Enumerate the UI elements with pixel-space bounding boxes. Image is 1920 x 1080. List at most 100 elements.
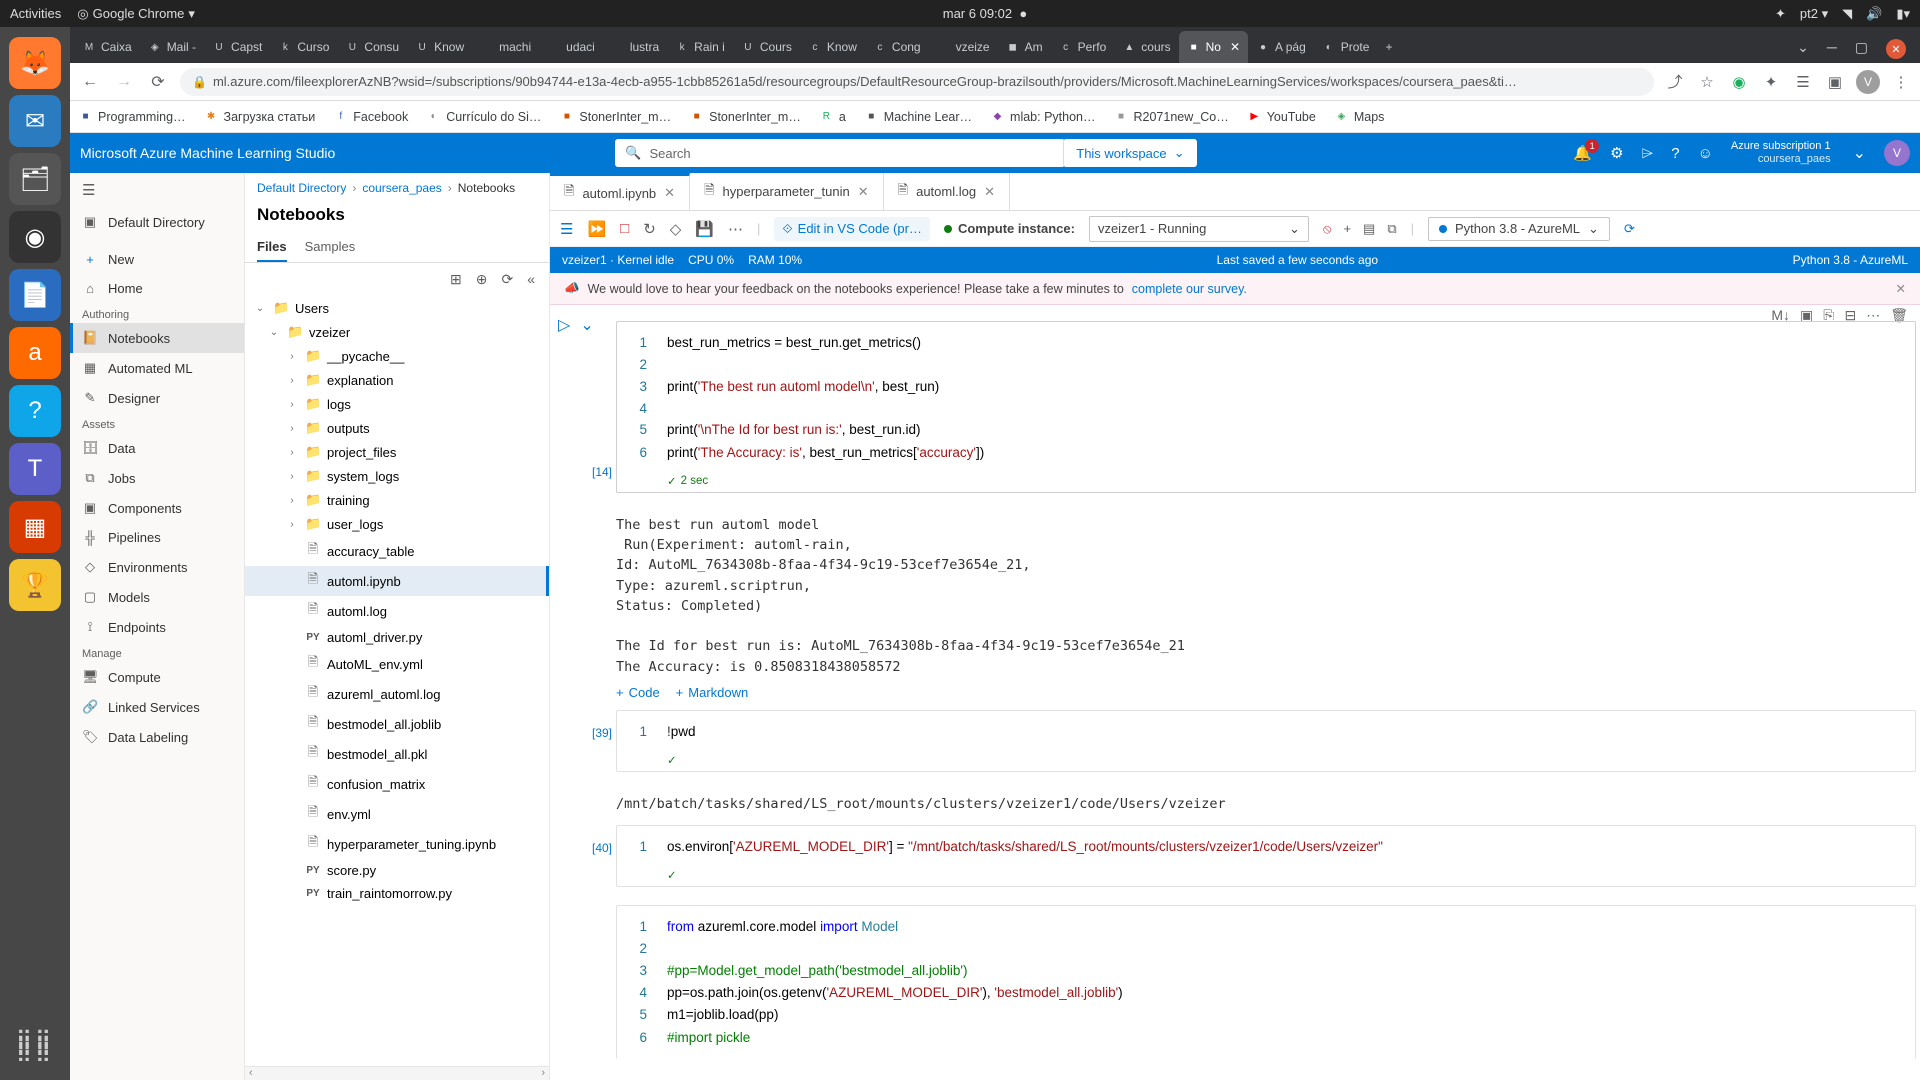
code-editor[interactable]: 1from azureml.core.model import Model 2 … bbox=[617, 906, 1915, 1059]
tree-item[interactable]: 🗎automl.log bbox=[245, 596, 549, 626]
nav-pipelines[interactable]: ╬Pipelines bbox=[70, 523, 244, 552]
notifications-icon[interactable]: 🔔1 bbox=[1573, 144, 1592, 162]
tree-item[interactable]: 🗎automl.ipynb bbox=[245, 566, 549, 596]
extension-icon[interactable]: ◉ bbox=[1728, 73, 1750, 91]
terminal-icon[interactable]: ▤ bbox=[1363, 221, 1375, 237]
back-button[interactable]: ← bbox=[78, 73, 102, 91]
tree-item[interactable]: 🗎accuracy_table bbox=[245, 536, 549, 566]
dock-thunderbird[interactable]: ✉ bbox=[9, 95, 61, 147]
editor-tab[interactable]: 🗎automl.log✕ bbox=[884, 173, 1010, 210]
bookmark-item[interactable]: ✱Загрузка статьи bbox=[204, 109, 316, 124]
bookmark-item[interactable]: ■R2071new_Co… bbox=[1114, 109, 1229, 124]
tree-item[interactable]: ⌄📁Users bbox=[245, 296, 549, 320]
nav-designer[interactable]: ✎Designer bbox=[70, 383, 244, 413]
bookmark-star[interactable]: ☆ bbox=[1696, 73, 1718, 91]
volume-icon[interactable]: 🔊 bbox=[1866, 6, 1882, 22]
breadcrumb-item[interactable]: Default Directory bbox=[257, 181, 346, 195]
close-tab-icon[interactable]: ✕ bbox=[1230, 40, 1240, 54]
add-markdown-cell[interactable]: + Markdown bbox=[676, 685, 749, 700]
dock-help[interactable]: ? bbox=[9, 385, 61, 437]
add-code-cell[interactable]: + Code bbox=[616, 685, 660, 700]
nav-labeling[interactable]: 🏷Data Labeling bbox=[70, 722, 244, 752]
browser-tab[interactable]: ▲cours bbox=[1114, 31, 1178, 63]
lang-indicator[interactable]: pt2 ▾ bbox=[1800, 6, 1828, 22]
banner-link[interactable]: complete our survey. bbox=[1132, 282, 1247, 296]
dock-rhythmbox[interactable]: ◉ bbox=[9, 211, 61, 263]
banner-close[interactable]: ✕ bbox=[1896, 281, 1906, 296]
browser-tab[interactable]: cKnow bbox=[800, 31, 865, 63]
tree-item[interactable]: 🗎hyperparameter_tuning.ipynb bbox=[245, 829, 549, 859]
dock-trophy[interactable]: 🏆 bbox=[9, 559, 61, 611]
tree-item[interactable]: 🗎confusion_matrix bbox=[245, 769, 549, 799]
bookmark-item[interactable]: fFacebook bbox=[333, 109, 408, 124]
global-search[interactable]: 🔍 Search bbox=[615, 139, 1065, 167]
browser-tab[interactable]: kRain i bbox=[667, 31, 733, 63]
refresh-icon[interactable]: ⟳ bbox=[501, 271, 513, 288]
dock-files[interactable]: 🗂 bbox=[9, 153, 61, 205]
browser-tab[interactable]: MCaixa bbox=[74, 31, 140, 63]
subscription-chevron[interactable]: ⌄ bbox=[1853, 143, 1866, 163]
diagnostics-icon[interactable]: ⌲ bbox=[1642, 145, 1654, 162]
close-window-icon[interactable]: ✕ bbox=[1886, 39, 1906, 59]
browser-tab[interactable]: cCong bbox=[865, 31, 929, 63]
add-file-icon[interactable]: ⊞ bbox=[450, 271, 462, 288]
close-tab-icon[interactable]: ✕ bbox=[664, 185, 675, 201]
chevron-icon[interactable]: › bbox=[285, 375, 299, 386]
activities-button[interactable]: Activities bbox=[10, 6, 61, 22]
user-avatar[interactable]: V bbox=[1884, 140, 1910, 166]
nav-models[interactable]: ▢Models bbox=[70, 582, 244, 612]
nav-endpoints[interactable]: ⟟Endpoints bbox=[70, 612, 244, 642]
dock-teams[interactable]: T bbox=[9, 443, 61, 495]
dock-apps-grid[interactable]: ⠿⠿⠿⠿⠿⠿ bbox=[16, 1036, 54, 1060]
scroll-hint[interactable]: ‹› bbox=[245, 1066, 549, 1080]
edit-vscode-button[interactable]: ⟐Edit in VS Code (pr… bbox=[774, 217, 930, 241]
breadcrumb-item[interactable]: coursera_paes bbox=[362, 181, 441, 195]
browser-tab[interactable]: UConsu bbox=[337, 31, 407, 63]
tree-item[interactable]: ⌄📁vzeizer bbox=[245, 320, 549, 344]
browser-tab[interactable]: udaci bbox=[539, 31, 603, 63]
chevron-icon[interactable]: ⌄ bbox=[267, 327, 281, 338]
tree-item[interactable]: ›📁__pycache__ bbox=[245, 344, 549, 368]
kernel-refresh-icon[interactable]: ⟳ bbox=[1624, 221, 1635, 237]
dock-amazon[interactable]: a bbox=[9, 327, 61, 379]
reload-button[interactable]: ⟳ bbox=[146, 72, 170, 92]
tree-item[interactable]: PYtrain_raintomorrow.py bbox=[245, 882, 549, 905]
address-bar[interactable]: 🔒 ml.azure.com/fileexplorerAzNB?wsid=/su… bbox=[180, 68, 1654, 96]
clock[interactable]: mar 6 09:02 ● bbox=[195, 6, 1775, 21]
nav-notebooks[interactable]: 📔Notebooks bbox=[70, 323, 244, 353]
chevron-icon[interactable]: › bbox=[285, 351, 299, 362]
maximize-icon[interactable]: ▢ bbox=[1855, 39, 1868, 59]
notebook-area[interactable]: ▷ ⌄ M↓ ▣ ⎘ ⊟ ⋯ 🗑 1best_run_metrics = bes… bbox=[550, 305, 1920, 1080]
browser-tab[interactable]: vzeize bbox=[929, 31, 998, 63]
clear-icon[interactable]: ◇ bbox=[670, 220, 682, 238]
wifi-icon[interactable]: ◥ bbox=[1842, 6, 1852, 22]
bookmark-item[interactable]: ◐Currículo do Si… bbox=[426, 109, 541, 124]
run-menu-chevron[interactable]: ⌄ bbox=[580, 315, 593, 335]
tree-item[interactable]: ›📁project_files bbox=[245, 440, 549, 464]
tray-app-icon[interactable]: ✦ bbox=[1775, 6, 1786, 22]
tree-item[interactable]: PYautoml_driver.py bbox=[245, 626, 549, 649]
tree-item[interactable]: ›📁explanation bbox=[245, 368, 549, 392]
nav-automl[interactable]: ▦Automated ML bbox=[70, 353, 244, 383]
dock-firefox[interactable]: 🦊 bbox=[9, 37, 61, 89]
nav-data[interactable]: 🗄Data bbox=[70, 433, 244, 463]
editor-tab[interactable]: 🗎hyperparameter_tunin✕ bbox=[690, 173, 884, 210]
nav-default-dir[interactable]: ▣Default Directory bbox=[70, 207, 244, 237]
tab-overflow-icon[interactable]: ⌄ bbox=[1797, 39, 1809, 59]
tree-item[interactable]: ›📁logs bbox=[245, 392, 549, 416]
minimize-icon[interactable]: ─ bbox=[1827, 39, 1837, 59]
tree-item[interactable]: ›📁outputs bbox=[245, 416, 549, 440]
bookmark-item[interactable]: ▶YouTube bbox=[1247, 109, 1316, 124]
browser-tab[interactable]: lustra bbox=[603, 31, 667, 63]
chevron-icon[interactable]: › bbox=[285, 519, 299, 530]
extensions-button[interactable]: ✦ bbox=[1760, 73, 1782, 91]
browser-tab[interactable]: UKnow bbox=[407, 31, 472, 63]
bookmark-item[interactable]: ■Machine Lear… bbox=[864, 109, 972, 124]
browser-tab[interactable]: ◐Prote bbox=[1314, 31, 1378, 63]
nav-home[interactable]: ⌂Home bbox=[70, 274, 244, 303]
side-panel[interactable]: ▣ bbox=[1824, 73, 1846, 91]
browser-tab[interactable]: machi bbox=[472, 31, 539, 63]
new-folder-icon[interactable]: ⊕ bbox=[476, 271, 488, 288]
tree-item[interactable]: 🗎bestmodel_all.joblib bbox=[245, 709, 549, 739]
chevron-icon[interactable]: › bbox=[285, 471, 299, 482]
